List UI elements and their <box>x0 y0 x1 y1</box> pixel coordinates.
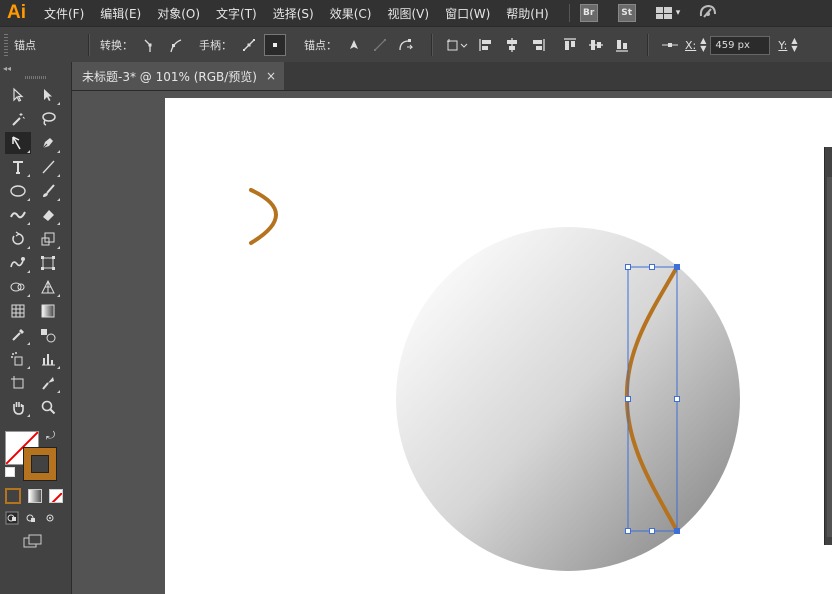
document-title: 未标题-3* @ 101% (RGB/预览) <box>82 69 257 84</box>
paintbrush-tool-icon[interactable] <box>35 180 61 202</box>
color-mode-icon[interactable] <box>5 488 21 504</box>
eraser-tool-icon[interactable] <box>35 204 61 226</box>
fill-stroke-widget: ⤾ <box>0 427 71 485</box>
x-stepper-icon[interactable]: ▲ ▼ <box>700 37 706 53</box>
menu-object[interactable]: 对象(O) <box>157 5 200 22</box>
x-position-input[interactable]: 459 px <box>710 35 771 55</box>
anchor-label: 锚点： <box>304 39 337 52</box>
default-fill-stroke-icon[interactable] <box>5 467 15 477</box>
gradient-tool-icon[interactable] <box>35 300 61 322</box>
menu-help[interactable]: 帮助(H) <box>506 5 548 22</box>
menu-window[interactable]: 窗口(W) <box>445 5 490 22</box>
blob-brush-tool-icon[interactable] <box>5 204 31 226</box>
blend-tool-icon[interactable] <box>35 324 61 346</box>
draw-behind-icon[interactable] <box>24 510 38 529</box>
menu-edit[interactable]: 编辑(E) <box>100 5 141 22</box>
rotate-tool-icon[interactable] <box>5 228 31 250</box>
show-handles-icon[interactable] <box>238 34 260 56</box>
artboard[interactable] <box>165 98 832 594</box>
ellipse-tool-icon[interactable] <box>5 180 31 202</box>
artwork <box>249 188 740 571</box>
none-mode-icon[interactable] <box>49 489 63 503</box>
zoom-tool-icon[interactable] <box>35 396 61 418</box>
pen-tool-icon[interactable] <box>35 132 61 154</box>
y-stepper-icon[interactable]: ▲ ▼ <box>791 37 797 53</box>
swap-fill-stroke-icon[interactable]: ⤾ <box>46 429 55 443</box>
menu-select[interactable]: 选择(S) <box>273 5 314 22</box>
tools-grip[interactable] <box>24 76 47 79</box>
arrange-documents-button[interactable]: ▾ <box>655 7 681 19</box>
reference-point-icon[interactable] <box>659 34 681 56</box>
menu-effect[interactable]: 效果(C) <box>330 5 372 22</box>
menu-file[interactable]: 文件(F) <box>44 5 84 22</box>
connect-points-icon[interactable] <box>395 34 417 56</box>
convert-to-smooth-icon[interactable] <box>165 34 187 56</box>
gradient-mode-icon[interactable] <box>28 489 42 503</box>
align-right-icon[interactable] <box>527 34 549 56</box>
x-label: X: <box>685 38 697 52</box>
align-bottom-icon[interactable] <box>611 34 633 56</box>
stroke-swatch[interactable] <box>23 447 57 481</box>
stock-button[interactable]: St <box>617 4 636 22</box>
eyedropper-tool-icon[interactable] <box>5 324 31 346</box>
collapse-panel-icon[interactable]: ◂◂ <box>0 62 71 76</box>
toolbar-divider <box>431 34 433 56</box>
document-tabs: 未标题-3* @ 101% (RGB/预览) × <box>72 62 832 91</box>
tab-document[interactable]: 未标题-3* @ 101% (RGB/预览) × <box>72 62 284 90</box>
magic-wand-tool-icon[interactable] <box>5 108 31 130</box>
toolbar-divider <box>88 34 90 56</box>
gradient-circle <box>396 227 740 571</box>
remove-anchor-icon[interactable] <box>343 34 365 56</box>
screen-mode-icon[interactable] <box>0 533 71 553</box>
draw-normal-icon[interactable] <box>5 510 19 529</box>
scale-tool-icon[interactable] <box>35 228 61 250</box>
shape-builder-tool-icon[interactable] <box>5 276 31 298</box>
handles-label: 手柄： <box>199 39 232 52</box>
cut-path-icon[interactable] <box>369 34 391 56</box>
hand-tool-icon[interactable] <box>5 396 31 418</box>
menu-bar: Ai 文件(F) 编辑(E) 对象(O) 文字(T) 选择(S) 效果(C) 视… <box>0 0 832 26</box>
ai-logo: Ai <box>7 2 26 23</box>
gpu-performance-icon[interactable] <box>698 2 718 24</box>
align-top-icon[interactable] <box>559 34 581 56</box>
arrange-grid-icon <box>655 7 672 19</box>
bridge-button[interactable]: Br <box>579 4 598 22</box>
close-icon[interactable]: × <box>266 69 276 83</box>
menu-divider <box>568 4 570 22</box>
y-label: Y: <box>778 38 788 52</box>
align-vertical-center-icon[interactable] <box>585 34 607 56</box>
tools-panel: ◂◂ ⤾ <box>0 62 72 594</box>
collapsed-right-panel[interactable] <box>824 147 832 545</box>
convert-label: 转换： <box>100 39 133 52</box>
artboard-tool-icon[interactable] <box>5 372 31 394</box>
direct-selection-tool-icon[interactable] <box>35 84 61 106</box>
mesh-tool-icon[interactable] <box>5 300 31 322</box>
toolbar-divider <box>647 34 649 56</box>
slice-tool-icon[interactable] <box>35 372 61 394</box>
isolate-object-icon[interactable] <box>443 34 471 56</box>
line-segment-tool-icon[interactable] <box>35 156 61 178</box>
panel-grip[interactable] <box>4 34 8 56</box>
chevron-down-icon: ▾ <box>675 8 681 18</box>
canvas[interactable] <box>72 91 832 594</box>
menu-type[interactable]: 文字(T) <box>216 5 257 22</box>
selection-tool-icon[interactable] <box>5 84 31 106</box>
align-left-icon[interactable] <box>475 34 497 56</box>
menu-view[interactable]: 视图(V) <box>387 5 429 22</box>
anchor-point-tool-icon[interactable] <box>5 132 31 154</box>
draw-inside-icon[interactable] <box>43 510 57 529</box>
orange-arc-path <box>249 188 278 245</box>
symbol-sprayer-tool-icon[interactable] <box>5 348 31 370</box>
convert-to-corner-icon[interactable] <box>139 34 161 56</box>
column-graph-tool-icon[interactable] <box>35 348 61 370</box>
current-tool-label: 锚点 <box>14 39 36 52</box>
control-panel: 锚点 转换： 手柄： 锚点： X: ▲ ▼ 459 px Y: ▲ ▼ <box>0 26 832 64</box>
align-horizontal-center-icon[interactable] <box>501 34 523 56</box>
lasso-tool-icon[interactable] <box>35 108 61 130</box>
type-tool-icon[interactable] <box>5 156 31 178</box>
hide-handles-icon[interactable] <box>264 34 286 56</box>
perspective-grid-tool-icon[interactable] <box>35 276 61 298</box>
warp-tool-icon[interactable] <box>5 252 31 274</box>
free-transform-tool-icon[interactable] <box>35 252 61 274</box>
